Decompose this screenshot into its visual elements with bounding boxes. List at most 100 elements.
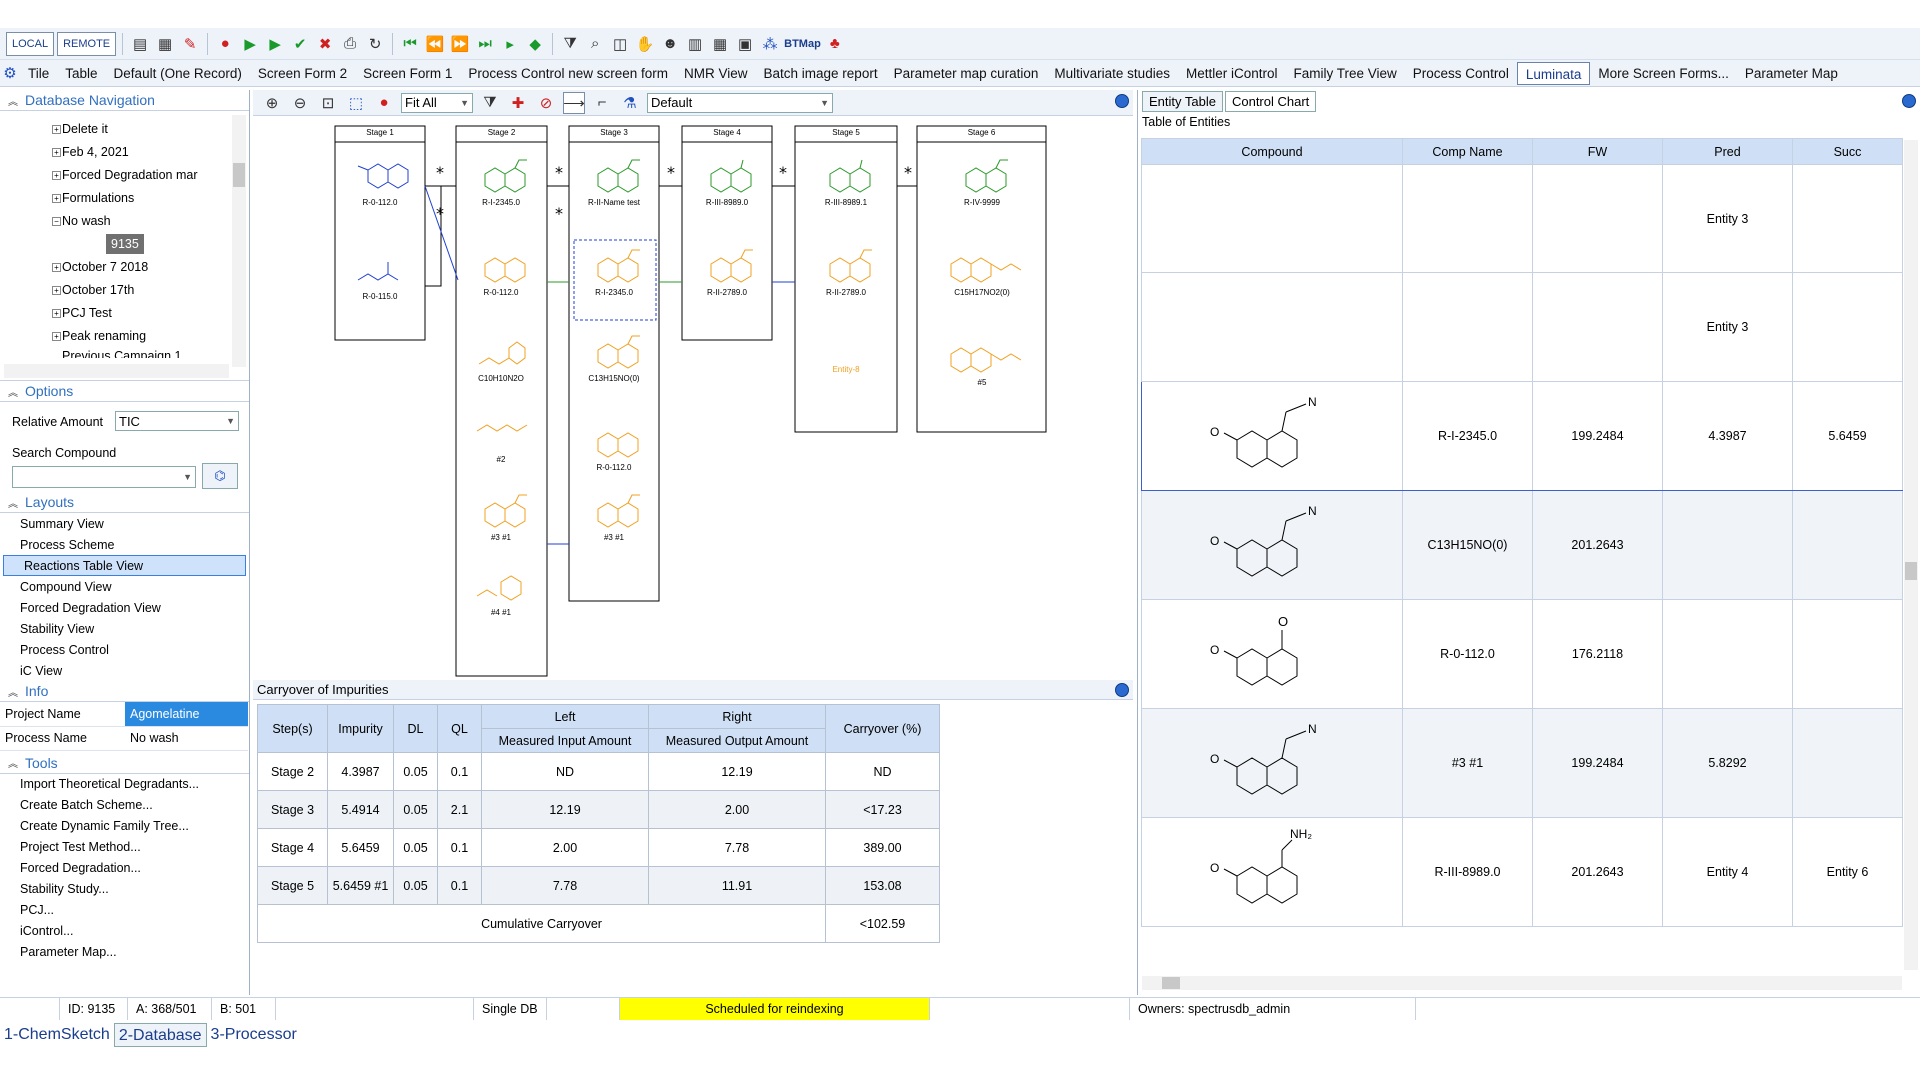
filter-icon[interactable]: ⧩ bbox=[559, 33, 581, 55]
layouts-header[interactable]: ︽ Layouts bbox=[0, 492, 249, 513]
table-row[interactable]: Stage 4 5.6459 0.05 0.1 2.00 7.78 389.00 bbox=[257, 828, 940, 867]
tree-item[interactable]: + Delete it bbox=[52, 119, 108, 139]
expand-icon[interactable]: + bbox=[52, 285, 61, 295]
grid-icon[interactable]: ▦ bbox=[709, 33, 731, 55]
compound[interactable]: R-0-115.0 bbox=[340, 252, 420, 301]
btmap-label[interactable]: BTMap bbox=[784, 38, 821, 50]
color-icon[interactable]: ● bbox=[373, 92, 395, 114]
chart-icon[interactable]: ▥ bbox=[684, 33, 706, 55]
expand-icon[interactable]: + bbox=[52, 124, 61, 134]
table-row[interactable]: Stage 2 4.3987 0.05 0.1 ND 12.19 ND bbox=[257, 752, 940, 791]
settings-icon[interactable]: ⚙ bbox=[0, 63, 20, 83]
tool-project-test-method[interactable]: Project Test Method... bbox=[0, 837, 249, 858]
table-row[interactable]: OO R-0-112.0 176.2118 bbox=[1141, 599, 1903, 709]
nav-nmr-view[interactable]: NMR View bbox=[676, 62, 756, 85]
compound[interactable]: R-II-Name test bbox=[574, 158, 654, 207]
layout-summary-view[interactable]: Summary View bbox=[0, 513, 249, 534]
layout-process-control[interactable]: Process Control bbox=[0, 639, 249, 660]
compound[interactable]: #5 bbox=[927, 338, 1037, 387]
connector-icon[interactable]: ⌐ bbox=[591, 92, 613, 114]
tree-vscrollbar[interactable] bbox=[232, 115, 246, 367]
goto-icon[interactable]: ▸ bbox=[499, 33, 521, 55]
options-header[interactable]: ︽ Options bbox=[0, 381, 249, 402]
compound[interactable]: R-III-8989.0 bbox=[687, 158, 767, 207]
next-page-icon[interactable]: ⏩ bbox=[449, 33, 471, 55]
hand-icon[interactable]: ✋ bbox=[634, 33, 656, 55]
tool-import-degradants[interactable]: Import Theoretical Degradants... bbox=[0, 774, 249, 795]
zoom-in-icon[interactable]: ⊕ bbox=[261, 92, 283, 114]
nav-screen-form-1[interactable]: Screen Form 1 bbox=[355, 62, 460, 85]
collapse-icon[interactable]: − bbox=[52, 216, 61, 226]
print-icon[interactable]: ⎙ bbox=[339, 33, 361, 55]
table-row[interactable]: Entity 3 bbox=[1141, 164, 1903, 273]
check-icon[interactable]: ✔ bbox=[289, 33, 311, 55]
tool-create-batch-scheme[interactable]: Create Batch Scheme... bbox=[0, 795, 249, 816]
remote-button[interactable]: REMOTE bbox=[57, 31, 117, 56]
pin-icon[interactable] bbox=[1902, 94, 1916, 108]
tree-item[interactable]: + Peak renaming bbox=[52, 326, 146, 346]
nav-multivariate-studies[interactable]: Multivariate studies bbox=[1046, 62, 1178, 85]
compound[interactable]: C13H15NO(0) bbox=[574, 334, 654, 383]
compound[interactable]: C10H10N2O bbox=[461, 334, 541, 383]
tree-item[interactable]: − No wash bbox=[52, 211, 111, 231]
nav-more-screen-forms[interactable]: More Screen Forms... bbox=[1590, 62, 1737, 85]
database-navigation-header[interactable]: ︽ Database Navigation bbox=[0, 90, 249, 111]
compound[interactable]: #2 bbox=[461, 415, 541, 464]
layout-icon[interactable]: ⚗ bbox=[619, 92, 641, 114]
nav-parameter-map[interactable]: Parameter Map bbox=[1737, 62, 1846, 85]
compound[interactable]: R-II-2789.0 bbox=[687, 248, 767, 297]
tree-item-selected[interactable]: 9135 bbox=[106, 234, 144, 254]
new-record-icon[interactable]: ▤ bbox=[129, 33, 151, 55]
table-row[interactable]: Stage 5 5.6459 #1 0.05 0.1 7.78 11.91 153.08 bbox=[257, 866, 940, 905]
table-row[interactable]: Entity 3 bbox=[1141, 272, 1903, 382]
search-structure-button[interactable]: ⌬ bbox=[202, 463, 238, 489]
prev-page-icon[interactable]: ⏪ bbox=[424, 33, 446, 55]
link-icon[interactable]: ⊘ bbox=[535, 92, 557, 114]
nav-process-control-new[interactable]: Process Control new screen form bbox=[460, 62, 676, 85]
process-name-value[interactable]: No wash bbox=[125, 726, 248, 751]
last-record-icon[interactable]: ⏭ bbox=[474, 33, 496, 55]
refresh-icon[interactable]: ↻ bbox=[364, 33, 386, 55]
expand-icon[interactable]: + bbox=[52, 170, 61, 180]
entity-hscrollbar[interactable] bbox=[1142, 976, 1902, 990]
zoom-out-icon[interactable]: ⊖ bbox=[289, 92, 311, 114]
first-record-icon[interactable]: ⏮ bbox=[399, 33, 421, 55]
compound[interactable]: R-IV-9999 bbox=[927, 158, 1037, 207]
select-icon[interactable]: ⬚ bbox=[345, 92, 367, 114]
filter-icon[interactable]: ⧩ bbox=[479, 92, 501, 114]
zoom-fit-icon[interactable]: ⊡ bbox=[317, 92, 339, 114]
tree-item[interactable]: + October 7 2018 bbox=[52, 257, 148, 277]
nav-default-one-record[interactable]: Default (One Record) bbox=[106, 62, 250, 85]
expand-icon[interactable]: + bbox=[52, 147, 61, 157]
table-row[interactable]: NO #3 #1 199.2484 5.8292 bbox=[1141, 708, 1903, 818]
layout-ic-view[interactable]: iC View bbox=[0, 660, 249, 681]
tree-item[interactable]: +Previous Campaign 1 bbox=[62, 349, 182, 358]
tab-entity-table[interactable]: Entity Table bbox=[1142, 91, 1223, 112]
nav-family-tree-view[interactable]: Family Tree View bbox=[1286, 62, 1405, 85]
nav-table[interactable]: Table bbox=[57, 62, 105, 85]
tree-item[interactable]: + Forced Degradation mar bbox=[52, 165, 197, 185]
table-row[interactable]: NH₂ O R-III-8989.0 201.2643 Entity 4 Entity … bbox=[1141, 817, 1903, 927]
compound[interactable]: #4 #1 bbox=[461, 568, 541, 617]
tree-hscrollbar[interactable] bbox=[4, 364, 229, 378]
pin-icon[interactable] bbox=[1115, 683, 1129, 697]
tab-processor[interactable]: 3-Processor bbox=[207, 1023, 301, 1047]
cancel-icon[interactable]: ✖ bbox=[314, 33, 336, 55]
search-compound-input[interactable]: ▼ bbox=[12, 466, 196, 488]
tree-item[interactable]: + October 17th bbox=[52, 280, 134, 300]
nav-luminata[interactable]: Luminata bbox=[1516, 61, 1591, 85]
scroll-thumb[interactable] bbox=[233, 163, 245, 187]
compound[interactable]: R-0-112.0 bbox=[461, 248, 541, 297]
tool-parameter-map[interactable]: Parameter Map... bbox=[0, 942, 249, 963]
compound[interactable]: #3 #1 bbox=[461, 493, 541, 542]
tool-pcj[interactable]: PCJ... bbox=[0, 900, 249, 921]
zoom-select[interactable]: Fit All ▼ bbox=[401, 92, 473, 113]
info-header[interactable]: ︽ Info bbox=[0, 681, 249, 702]
compound[interactable]: R-II-2789.0 bbox=[806, 248, 886, 297]
nav-process-control[interactable]: Process Control bbox=[1405, 62, 1517, 85]
relative-amount-select[interactable]: TIC ▼ bbox=[115, 411, 239, 431]
tree-item[interactable]: + Feb 4, 2021 bbox=[52, 142, 129, 162]
sync-icon[interactable]: ◆ bbox=[524, 33, 546, 55]
tool-create-family-tree[interactable]: Create Dynamic Family Tree... bbox=[0, 816, 249, 837]
compound[interactable]: R-0-112.0 bbox=[574, 423, 654, 472]
